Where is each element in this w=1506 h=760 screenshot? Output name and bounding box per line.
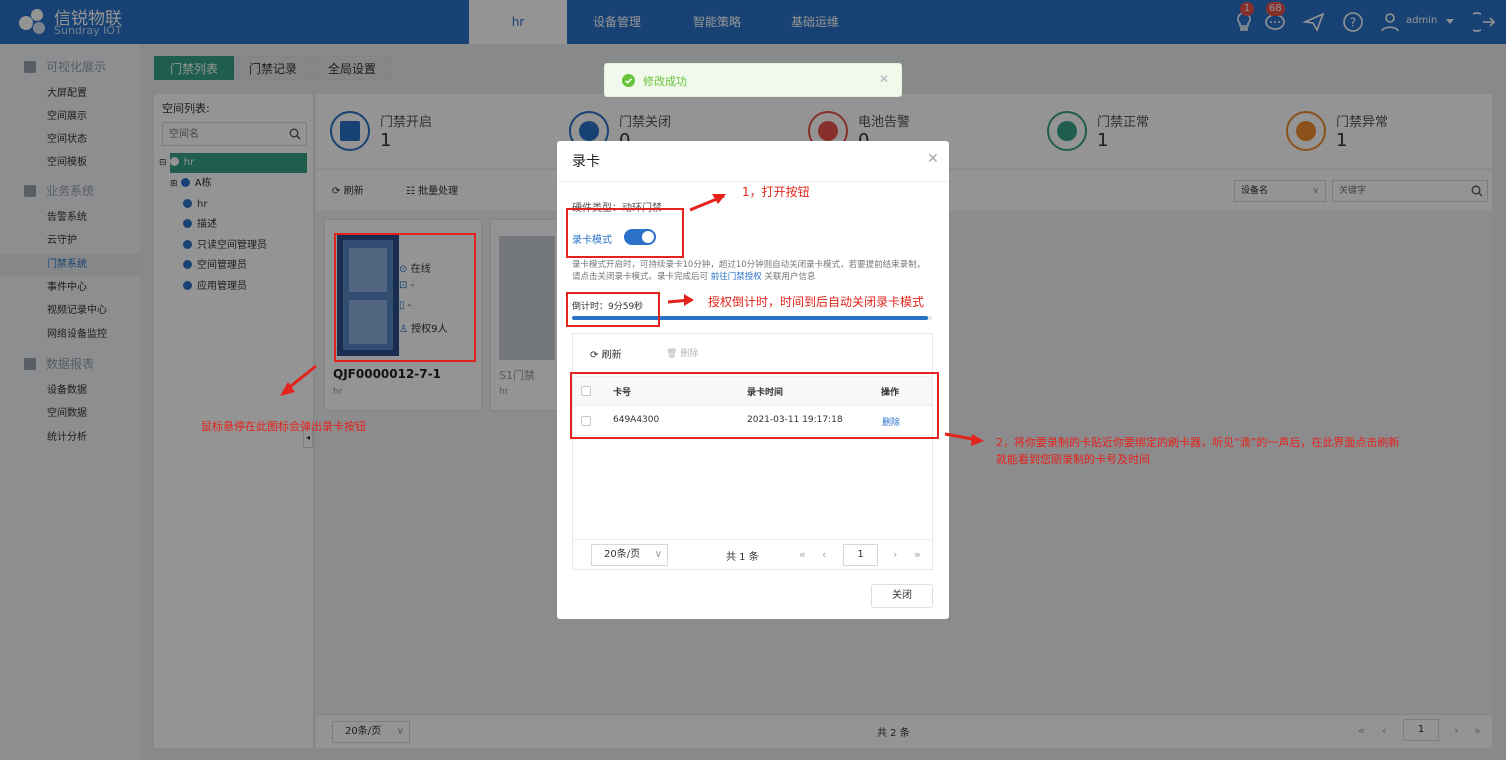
annotation-text-1: 1，打开按钮	[742, 185, 810, 199]
annotation-text-4-line1: 2，将你要录制的卡贴近你要绑定的刷卡器，听见“滴”的一声后，在此界面点击刷新	[996, 436, 1400, 449]
annotation-arrows	[280, 194, 984, 446]
annotation-text-2: 授权倒计时，时间到后自动关闭录卡模式	[708, 295, 925, 309]
annotation-text-3: 鼠标悬停在此图标会弹出录卡按钮	[201, 420, 366, 433]
annotation-text-4-line2: 就能看到您刚录制的卡号及时间	[996, 453, 1150, 466]
